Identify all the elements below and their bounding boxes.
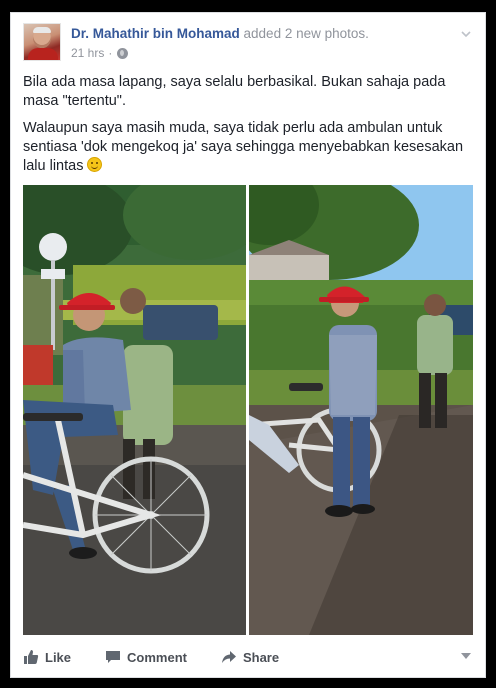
smile-icon (87, 157, 103, 172)
chevron-down-icon[interactable] (459, 27, 473, 41)
like-label: Like (45, 649, 72, 665)
post-paragraph-2: Walaupun saya masih muda, saya tidak per… (23, 119, 471, 176)
post-action-text: added 2 new photos. (243, 26, 369, 41)
post-header: Dr. Mahathir bin Mohamad added 2 new pho… (23, 23, 473, 67)
like-button[interactable]: Like (23, 649, 71, 665)
photo-grid (23, 185, 473, 635)
share-label: Share (242, 649, 280, 665)
meta-separator: · (108, 46, 113, 60)
comment-button[interactable]: Comment (105, 649, 187, 665)
author-name-link[interactable]: Dr. Mahathir bin Mohamad (71, 26, 240, 41)
post-paragraph-1: Bila ada masa lapang, saya selalu berbas… (23, 74, 446, 109)
photo-cycling[interactable] (23, 185, 246, 635)
thumbs-up-icon (24, 650, 39, 664)
timestamp-link[interactable]: 21 hrs (71, 45, 104, 61)
avatar[interactable] (23, 23, 61, 61)
post-meta: 21 hrs · (71, 45, 129, 61)
comment-label: Comment (127, 649, 187, 665)
post-action-bar: Like Comment Share (23, 643, 473, 671)
comment-icon (106, 651, 121, 663)
post-title-line: Dr. Mahathir bin Mohamad added 2 new pho… (71, 25, 369, 43)
caret-down-icon[interactable] (461, 652, 471, 660)
photo-standing-by-bicycle[interactable] (249, 185, 473, 635)
post-text: Bila ada masa lapang, saya selalu berbas… (23, 73, 471, 184)
share-icon (221, 651, 236, 663)
facebook-post-card: Dr. Mahathir bin Mohamad added 2 new pho… (10, 12, 486, 678)
share-button[interactable]: Share (221, 649, 279, 665)
globe-icon[interactable] (117, 47, 129, 59)
